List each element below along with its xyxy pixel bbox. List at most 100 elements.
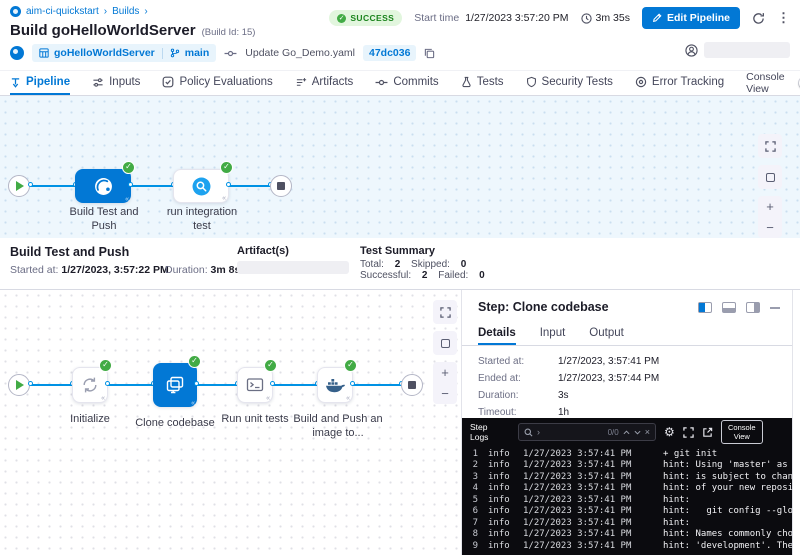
tab-input[interactable]: Input xyxy=(540,322,566,345)
page-title: Build goHelloWorldServer xyxy=(10,22,196,39)
fit-to-screen-button[interactable] xyxy=(758,165,782,189)
user-icon xyxy=(685,44,698,57)
log-line: 4info1/27/2023 3:57:41 PMhint: of your n… xyxy=(462,483,792,495)
pipeline-start-node[interactable] xyxy=(8,175,30,197)
field-timeout: Timeout:1h xyxy=(478,407,659,418)
branch-icon xyxy=(170,48,180,58)
artifacts-label: Artifact(s) xyxy=(237,245,349,257)
breadcrumb-project[interactable]: aim-ci-quickstart xyxy=(26,6,99,17)
status-badge: ✓ SUCCESS xyxy=(329,10,402,26)
zoom-out-button[interactable]: − xyxy=(433,383,457,404)
step-label[interactable]: Build and Push an image to... xyxy=(290,412,386,441)
tab-pipeline[interactable]: Pipeline xyxy=(10,71,70,95)
tab-error-tracking[interactable]: Error Tracking xyxy=(635,71,724,95)
clock-icon xyxy=(581,13,592,24)
panel-scrollbar[interactable] xyxy=(792,290,800,555)
search-icon xyxy=(524,428,533,437)
stage-node-run-integration-test[interactable]: « xyxy=(173,169,229,203)
step-label[interactable]: Initialize xyxy=(50,412,130,426)
zoom-controls: + − xyxy=(433,362,457,404)
field-ended-at: Ended at:1/27/2023, 3:57:44 PM xyxy=(478,373,659,384)
header-actions: ✓ SUCCESS Start time 1/27/2023 3:57:20 P… xyxy=(329,7,790,29)
commit-message[interactable]: Update Go_Demo.yaml xyxy=(245,47,355,59)
branch-name: main xyxy=(185,47,210,59)
search-close-button[interactable]: × xyxy=(645,427,650,437)
refresh-button[interactable] xyxy=(752,12,765,25)
console-header: Step Logs › 0/0 × ⚙ xyxy=(462,418,792,446)
step-node-run-unit-tests[interactable]: « xyxy=(237,367,273,403)
step-node-build-and-push-image[interactable]: « xyxy=(317,367,353,403)
inputs-icon xyxy=(92,77,104,88)
stage-name: Build Test and Push xyxy=(10,245,129,259)
chevron-up-icon xyxy=(623,430,630,435)
connector xyxy=(353,384,401,386)
tab-security-tests[interactable]: Security Tests xyxy=(526,71,613,95)
execution-start-node[interactable] xyxy=(8,374,30,396)
search-next-button[interactable] xyxy=(634,430,641,435)
zoom-out-button[interactable]: − xyxy=(758,217,782,238)
tab-tests[interactable]: Tests xyxy=(461,71,504,95)
tab-inputs[interactable]: Inputs xyxy=(92,71,140,95)
tab-artifacts[interactable]: Artifacts xyxy=(295,71,354,95)
edit-pipeline-button[interactable]: Edit Pipeline xyxy=(642,7,740,29)
shield-icon xyxy=(526,76,537,88)
stage-label[interactable]: Build Test and Push xyxy=(59,205,149,234)
console-view-button[interactable]: Console View xyxy=(721,420,763,445)
field-started-at: Started at:1/27/2023, 3:57:41 PM xyxy=(478,356,659,367)
stage-graph-canvas[interactable]: « ✓ « ✓ Build Test and Push run integrat… xyxy=(0,96,800,238)
fullscreen-button[interactable] xyxy=(433,300,457,324)
zoom-in-button[interactable]: + xyxy=(758,196,782,217)
test-summary-title: Test Summary xyxy=(360,245,493,257)
tab-details[interactable]: Details xyxy=(478,322,516,345)
fit-icon xyxy=(766,173,775,182)
breadcrumb-builds[interactable]: Builds xyxy=(112,6,139,17)
search-prev-button[interactable] xyxy=(623,430,630,435)
success-check-icon: ✓ xyxy=(220,161,233,174)
log-search-input[interactable] xyxy=(544,427,604,437)
stage-node-build-test-and-push[interactable]: « xyxy=(75,169,131,203)
log-search-box[interactable]: › 0/0 × xyxy=(518,423,656,441)
tab-output[interactable]: Output xyxy=(589,322,624,345)
success-check-icon: ✓ xyxy=(99,359,112,372)
zoom-in-button[interactable]: + xyxy=(433,362,457,383)
test-summary-row: Total: 2 Skipped: 0 xyxy=(360,259,493,270)
log-lines: 1info1/27/2023 3:57:41 PM+ git init 2inf… xyxy=(462,448,792,555)
success-check-icon: ✓ xyxy=(122,161,135,174)
minimize-icon[interactable] xyxy=(770,307,780,309)
log-line: 8info1/27/2023 3:57:41 PMhint: Names com… xyxy=(462,529,792,541)
step-node-initialize[interactable]: « xyxy=(72,367,108,403)
repository-icon xyxy=(39,48,49,58)
open-in-new-button[interactable] xyxy=(702,427,713,438)
log-settings-button[interactable]: ⚙ xyxy=(664,425,675,439)
step-node-clone-codebase[interactable]: « xyxy=(153,363,197,407)
success-check-icon: ✓ xyxy=(264,359,277,372)
copy-icon[interactable] xyxy=(424,48,435,59)
stage-label[interactable]: run integration test xyxy=(157,205,247,234)
tab-policy-evaluations[interactable]: Policy Evaluations xyxy=(162,71,272,95)
repo-branch-chip[interactable]: goHelloWorldServer main xyxy=(32,44,216,62)
execution-end-node[interactable] xyxy=(401,374,423,396)
artifact-value-redacted[interactable] xyxy=(237,261,349,274)
step-logs-console: Step Logs › 0/0 × ⚙ xyxy=(462,418,792,555)
commit-icon xyxy=(375,77,388,88)
bottom-view-icon[interactable] xyxy=(722,302,736,313)
commit-sha[interactable]: 47dc036 xyxy=(363,45,416,61)
search-caret: › xyxy=(537,427,540,437)
tab-commits[interactable]: Commits xyxy=(375,71,438,95)
step-label[interactable]: Run unit tests xyxy=(212,412,298,426)
log-fullscreen-button[interactable] xyxy=(683,427,694,438)
stop-icon xyxy=(277,182,285,190)
fullscreen-button[interactable] xyxy=(758,134,782,158)
execution-graph-canvas[interactable]: « ✓ « ✓ « ✓ « ✓ Initialize Clone codebas… xyxy=(0,290,462,555)
collapse-chevron-icon: « xyxy=(191,400,195,407)
fit-to-screen-button[interactable] xyxy=(433,331,457,355)
right-view-icon[interactable] xyxy=(746,302,760,313)
stage-summary-bar: Build Test and Push Started at: 1/27/202… xyxy=(0,238,800,290)
collapse-chevron-icon: « xyxy=(266,395,270,402)
more-options-button[interactable]: ⋮ xyxy=(777,10,790,26)
step-label[interactable]: Clone codebase xyxy=(130,416,220,430)
split-view-icon[interactable] xyxy=(698,302,712,313)
divider xyxy=(162,48,163,59)
pipeline-end-node[interactable] xyxy=(270,175,292,197)
log-line: 6info1/27/2023 3:57:41 PMhint: git confi… xyxy=(462,506,792,518)
